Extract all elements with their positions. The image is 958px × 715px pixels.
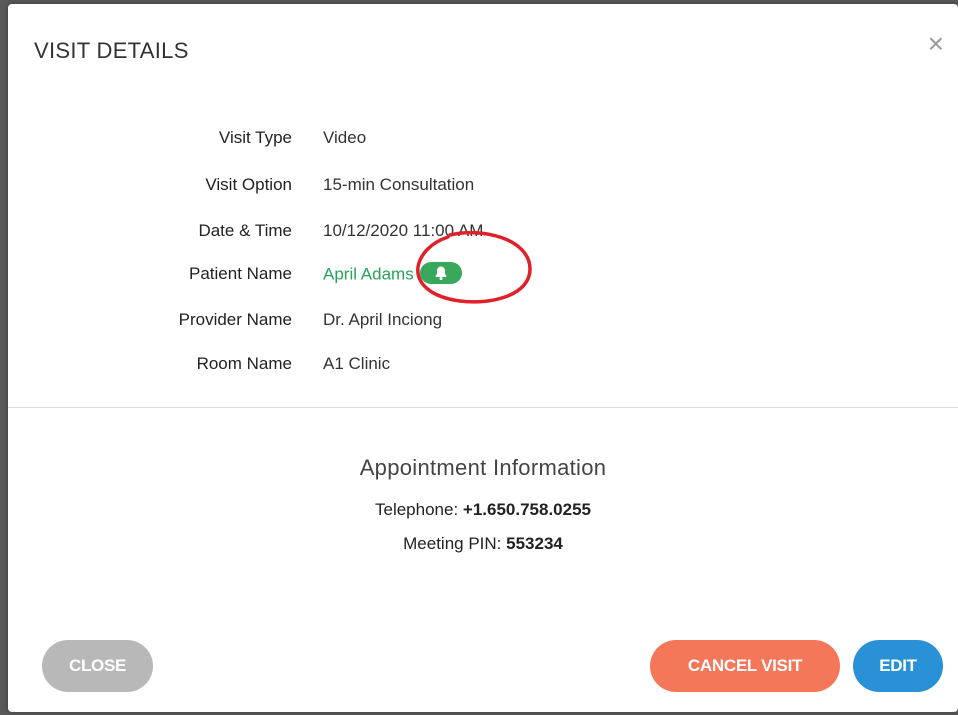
detail-row-visit-type: Visit Type Video (8, 128, 958, 156)
patient-name-text[interactable]: April Adams (323, 264, 414, 283)
section-divider (8, 407, 958, 408)
patient-name-link[interactable]: April Adams (323, 262, 462, 286)
telephone-value: +1.650.758.0255 (462, 500, 592, 519)
meeting-pin-value: 553234 (506, 534, 563, 553)
detail-row-room-name: Room Name A1 Clinic (8, 354, 958, 382)
detail-row-date-time: Date & Time 10/12/2020 11:00 AM (8, 221, 958, 249)
meeting-pin-line: Meeting PIN: 553234 (8, 534, 958, 554)
detail-value: 10/12/2020 11:00 AM (323, 221, 484, 240)
detail-label: Visit Type (218, 128, 292, 147)
detail-label: Visit Option (205, 175, 292, 194)
bell-icon (435, 266, 447, 281)
detail-row-patient-name: Patient Name April Adams (8, 262, 958, 292)
detail-label: Provider Name (178, 310, 292, 329)
detail-row-visit-option: Visit Option 15-min Consultation (8, 175, 958, 203)
detail-label: Patient Name (189, 264, 292, 283)
appointment-info-title: Appointment Information (359, 455, 607, 480)
detail-value: Dr. April Inciong (323, 310, 443, 329)
close-button[interactable]: CLOSE (42, 640, 153, 692)
detail-label: Room Name (196, 354, 292, 373)
detail-label: Date & Time (198, 221, 292, 240)
telephone-label: Telephone: (374, 500, 459, 519)
cancel-visit-button[interactable]: CANCEL VISIT (650, 640, 840, 692)
edit-button[interactable]: EDIT (853, 640, 943, 692)
detail-row-provider-name: Provider Name Dr. April Inciong (8, 310, 958, 338)
close-icon[interactable]: × (928, 30, 944, 58)
telephone-line: Telephone: +1.650.758.0255 (8, 500, 958, 520)
patient-notification-badge[interactable] (419, 262, 462, 284)
detail-value: Video (323, 128, 367, 147)
visit-details-modal: VISIT DETAILS × Visit Type Video Visit O… (8, 4, 958, 712)
detail-value: 15-min Consultation (323, 175, 475, 194)
modal-title: VISIT DETAILS (34, 38, 189, 63)
detail-value: A1 Clinic (323, 354, 391, 373)
meeting-pin-label: Meeting PIN: (403, 534, 502, 553)
